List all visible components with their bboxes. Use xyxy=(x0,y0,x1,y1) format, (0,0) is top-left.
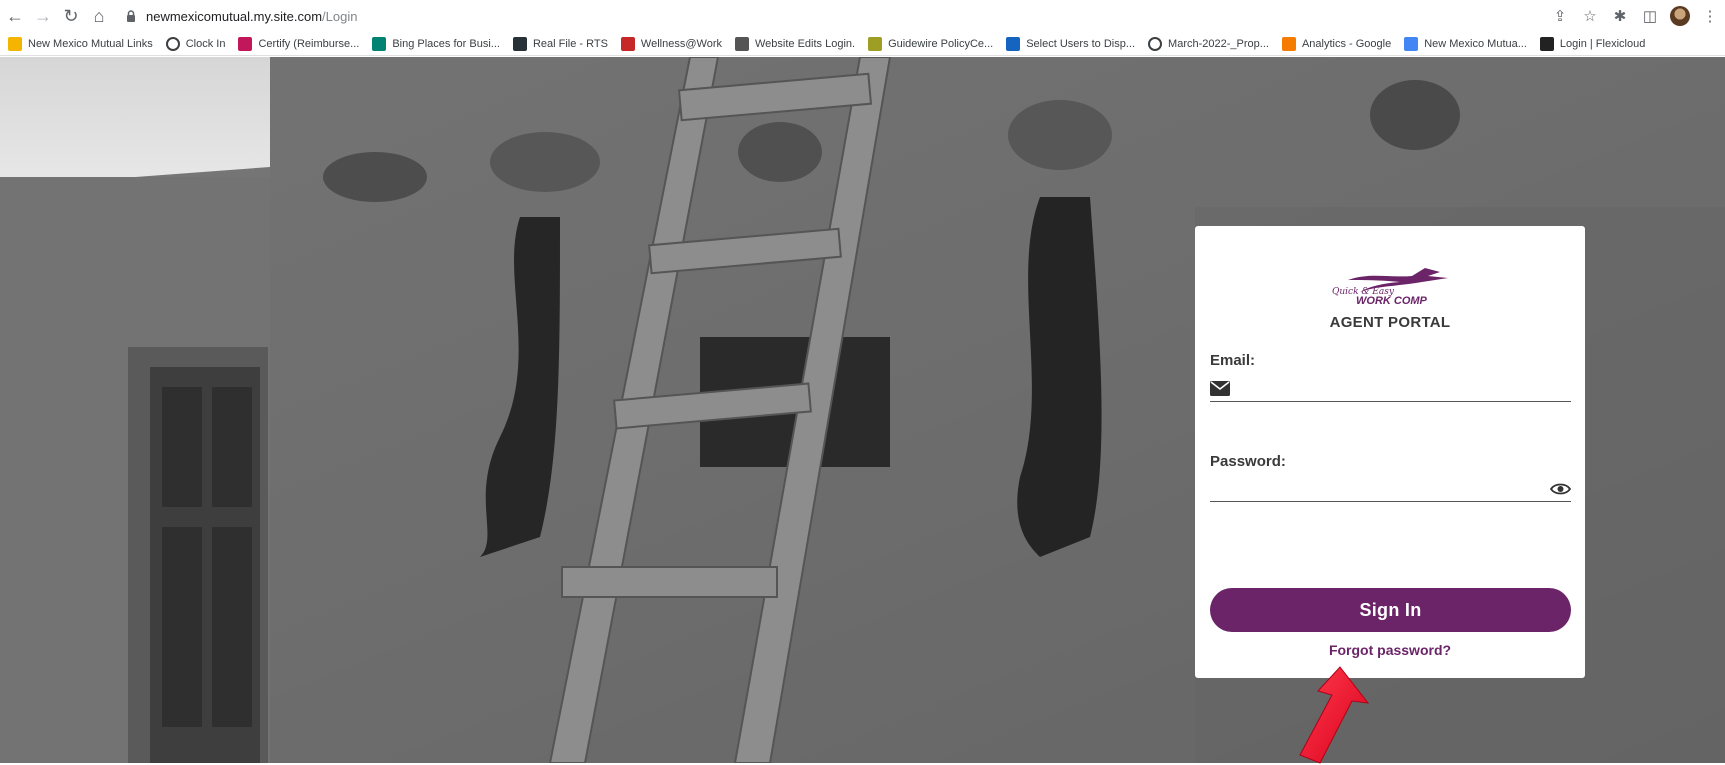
avatar[interactable] xyxy=(1669,5,1691,27)
bookmark-label: Certify (Reimburse... xyxy=(258,37,360,50)
bookmark-item[interactable]: Guidewire PolicyCe... xyxy=(868,36,994,51)
browser-toolbar: ← → ↻ ⌂ newmexicomutual.my.site.com/Logi… xyxy=(0,0,1725,32)
address-bar[interactable]: newmexicomutual.my.site.com/Login xyxy=(124,4,1524,28)
google-icon xyxy=(1404,36,1419,51)
bookmarks-bar: New Mexico Mutual Links Clock In Certify (… xyxy=(0,32,1725,56)
red-arrow-annotation xyxy=(1299,666,1370,764)
bookmark-label: Clock In xyxy=(185,37,226,50)
bookmark-item[interactable]: Login | Flexicloud xyxy=(1539,36,1646,51)
email-label: Email: xyxy=(1210,352,1256,369)
bookmark-label: Bing Places for Busi... xyxy=(392,37,500,50)
home-icon[interactable]: ⌂ xyxy=(86,3,112,29)
globe-icon xyxy=(165,36,180,51)
bookmark-item[interactable]: New Mexico Mutua... xyxy=(1404,36,1527,51)
bookmark-item[interactable]: Bing Places for Busi... xyxy=(372,36,500,51)
login-card: Quick & Easy WORK COMP AGENT PORTAL Emai… xyxy=(1195,226,1585,678)
lock-icon xyxy=(127,10,135,22)
bookmark-label: New Mexico Mutual Links xyxy=(28,37,153,50)
bookmark-item[interactable]: Analytics - Google xyxy=(1281,36,1392,51)
bookmark-item[interactable]: Wellness@Work xyxy=(620,36,722,51)
flexicloud-icon xyxy=(1539,36,1554,51)
bookmark-label: Login | Flexicloud xyxy=(1559,37,1646,50)
bookmark-label: Analytics - Google xyxy=(1301,37,1392,50)
star-icon[interactable]: ☆ xyxy=(1579,5,1601,27)
certify-icon xyxy=(238,36,253,51)
back-icon[interactable]: ← xyxy=(2,3,28,29)
wellness-icon xyxy=(620,36,635,51)
toolbar-actions: ⇪ ☆ ✱ ◫ ⋮ xyxy=(1549,4,1721,28)
url-host: newmexicomutual.my.site.com xyxy=(146,8,323,24)
portal-title: AGENT PORTAL xyxy=(1329,314,1451,331)
bookmark-item[interactable]: New Mexico Mutual Links xyxy=(8,36,153,51)
folder-icon xyxy=(8,36,22,51)
bookmark-item[interactable]: Real File - RTS xyxy=(512,36,608,51)
menu-icon[interactable]: ⋮ xyxy=(1699,5,1721,27)
guidewire-icon xyxy=(868,36,883,51)
forgot-password-link[interactable]: Forgot password? xyxy=(1195,642,1585,658)
logo-text: WORK COMP xyxy=(1356,295,1428,307)
password-field[interactable] xyxy=(1210,474,1571,502)
analytics-icon xyxy=(1281,36,1296,51)
forward-icon[interactable]: → xyxy=(30,3,56,29)
bookmark-label: Real File - RTS xyxy=(532,37,608,50)
bing-icon xyxy=(372,36,387,51)
bookmark-item[interactable]: Website Edits Login. xyxy=(734,36,856,51)
url-path: /Login xyxy=(322,8,358,24)
sign-in-button[interactable]: Sign In xyxy=(1210,588,1571,632)
share-icon[interactable]: ⇪ xyxy=(1549,5,1571,27)
reload-icon[interactable]: ↻ xyxy=(58,3,84,29)
extensions-icon[interactable]: ✱ xyxy=(1609,5,1631,27)
realfile-icon xyxy=(512,36,527,51)
eye-icon[interactable] xyxy=(1550,482,1571,496)
side-panel-icon[interactable]: ◫ xyxy=(1639,5,1661,27)
bookmark-label: New Mexico Mutua... xyxy=(1424,37,1527,50)
bookmark-item[interactable]: Clock In xyxy=(165,36,226,51)
bookmark-label: Website Edits Login. xyxy=(754,37,856,50)
bookmark-label: Wellness@Work xyxy=(640,37,722,50)
bookmark-label: Select Users to Disp... xyxy=(1026,37,1136,50)
edits-icon xyxy=(734,36,749,51)
bookmark-item[interactable]: Certify (Reimburse... xyxy=(238,36,360,51)
password-label: Password: xyxy=(1210,453,1286,470)
bookmark-label: Guidewire PolicyCe... xyxy=(888,37,994,50)
quick-easy-work-comp-logo: Quick & Easy WORK COMP xyxy=(1332,268,1448,307)
select-users-icon xyxy=(1006,36,1021,51)
globe-icon xyxy=(1148,36,1163,51)
bookmark-label: March-2022-_Prop... xyxy=(1168,37,1269,50)
email-field[interactable] xyxy=(1210,374,1571,402)
bookmark-item[interactable]: March-2022-_Prop... xyxy=(1148,36,1269,51)
bookmark-item[interactable]: Select Users to Disp... xyxy=(1006,36,1136,51)
